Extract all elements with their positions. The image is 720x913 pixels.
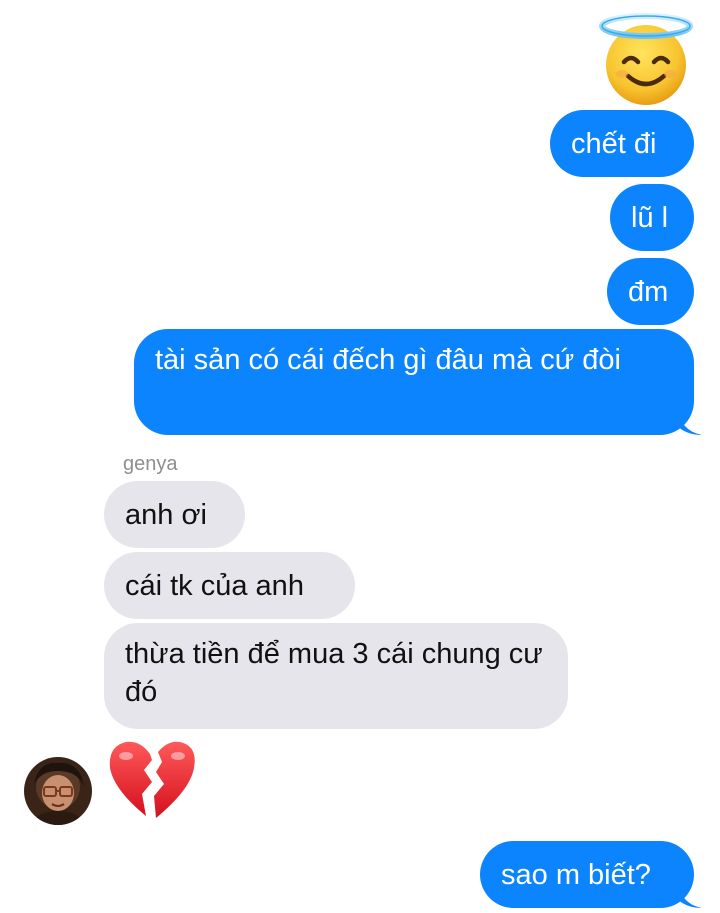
incoming-message-bubble[interactable]: anh ơi bbox=[104, 481, 245, 548]
sender-avatar[interactable] bbox=[24, 757, 92, 825]
outgoing-message-bubble[interactable]: tài sản có cái đếch gì đâu mà cứ đòi bbox=[134, 329, 694, 435]
message-text: sao m biết? bbox=[501, 859, 651, 891]
message-text: tài sản có cái đếch gì đâu mà cứ đòi bbox=[155, 344, 621, 376]
outgoing-bubble-tail bbox=[676, 878, 702, 908]
incoming-message-bubble[interactable]: thừa tiền để mua 3 cái chung cư đó bbox=[104, 623, 568, 729]
smiling-face-with-halo-icon bbox=[598, 12, 694, 106]
message-text: cái tk của anh bbox=[125, 570, 304, 602]
outgoing-message-bubble[interactable]: chết đi bbox=[550, 110, 694, 177]
message-thread: chết đi lũ l đm tài sản có cái đếch gì đ… bbox=[0, 0, 720, 913]
message-text: anh ơi bbox=[125, 499, 207, 531]
message-text: chết đi bbox=[571, 128, 657, 160]
sender-name: genya bbox=[123, 453, 178, 475]
outgoing-bubble-tail bbox=[676, 405, 702, 435]
message-text: thừa tiền để mua 3 cái chung cư đó bbox=[125, 638, 543, 708]
incoming-message-bubble[interactable]: cái tk của anh bbox=[104, 552, 355, 619]
outgoing-message-bubble[interactable]: lũ l bbox=[610, 184, 694, 251]
broken-heart-icon bbox=[106, 738, 198, 820]
message-text: lũ l bbox=[631, 202, 669, 234]
outgoing-message-bubble[interactable]: đm bbox=[607, 258, 694, 325]
outgoing-message-bubble[interactable]: sao m biết? bbox=[480, 841, 694, 908]
message-text: đm bbox=[628, 276, 669, 308]
